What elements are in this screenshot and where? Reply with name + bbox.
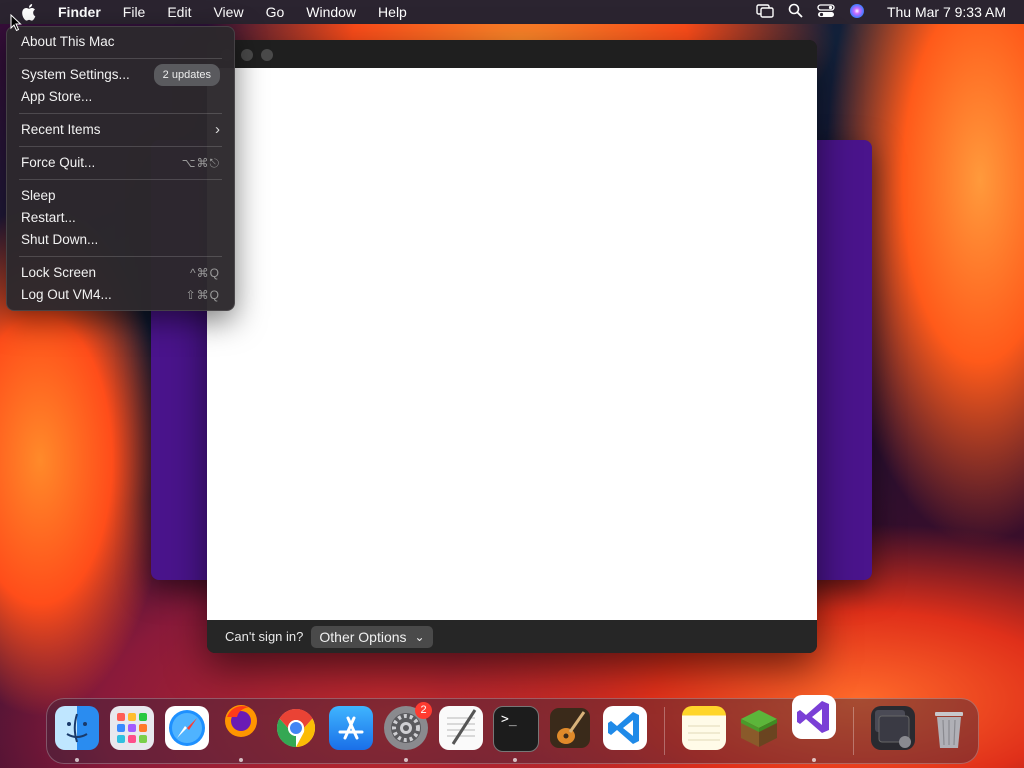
menu-item-label: Log Out VM4... — [21, 287, 112, 302]
launchpad-icon — [117, 713, 147, 743]
window-content-area — [207, 68, 817, 620]
dock-safari[interactable] — [165, 706, 209, 750]
running-indicator — [404, 758, 408, 762]
dock-launchpad[interactable] — [110, 706, 154, 750]
window-titlebar — [207, 40, 817, 68]
chevron-down-icon: ⌄ — [414, 629, 425, 644]
other-options-label: Other Options — [319, 628, 407, 645]
running-indicator — [513, 758, 517, 762]
dock-garageband[interactable] — [548, 706, 592, 750]
menu-go[interactable]: Go — [266, 0, 285, 24]
dock-visual-studio[interactable] — [792, 695, 836, 739]
menu-item-label: Sleep — [21, 188, 56, 203]
menu-edit[interactable]: Edit — [167, 0, 191, 24]
chevron-right-icon: › — [215, 121, 220, 138]
dock-textedit[interactable] — [439, 706, 483, 750]
dock-finder[interactable] — [55, 706, 99, 750]
trash-icon — [935, 712, 963, 748]
running-indicator — [239, 758, 243, 762]
siri-icon[interactable] — [849, 3, 865, 22]
chrome-icon — [276, 708, 316, 748]
search-icon[interactable] — [788, 3, 803, 21]
window-footer: Can't sign in? Other Options ⌄ — [207, 620, 817, 653]
terminal-icon: >_ — [501, 712, 517, 727]
guitar-icon — [550, 708, 590, 748]
control-center-icon[interactable] — [817, 3, 835, 21]
finder-icon — [66, 713, 88, 743]
menu-window[interactable]: Window — [306, 0, 356, 24]
dock-notes[interactable] — [682, 706, 726, 750]
dock-chrome[interactable] — [274, 706, 318, 750]
keyboard-shortcut: ^⌘Q — [190, 266, 220, 280]
updates-badge: 2 updates — [153, 64, 220, 86]
menu-bar-clock[interactable]: Thu Mar 7 9:33 AM — [887, 4, 1006, 20]
keyboard-shortcut: ⇧⌘Q — [185, 288, 220, 302]
menu-separator — [19, 113, 222, 114]
minimize-button[interactable] — [241, 49, 253, 61]
menu-item-force-quit[interactable]: Force Quit... ⌥⌘⎋ — [21, 153, 220, 173]
menu-app-name[interactable]: Finder — [58, 0, 101, 24]
menu-item-shut-down[interactable]: Shut Down... — [21, 230, 220, 250]
firefox-icon — [225, 705, 257, 737]
downloads-stack-icon — [875, 710, 911, 748]
menu-item-label: App Store... — [21, 89, 93, 104]
dock-downloads-stack[interactable] — [871, 706, 915, 750]
keyboard-shortcut: ⌥⌘⎋ — [181, 156, 220, 170]
notification-badge: 2 — [415, 702, 432, 719]
menu-item-log-out[interactable]: Log Out VM4... ⇧⌘Q — [21, 285, 220, 305]
other-options-button[interactable]: Other Options ⌄ — [311, 625, 433, 648]
menu-file[interactable]: File — [123, 0, 146, 24]
dock: 2 >_ — [46, 695, 979, 764]
textedit-icon — [447, 709, 477, 745]
dock-divider — [664, 707, 665, 755]
dock-vscode[interactable] — [603, 706, 647, 750]
screen-mirroring-icon[interactable] — [756, 3, 774, 21]
menu-item-label: Restart... — [21, 210, 76, 225]
mouse-cursor-icon — [10, 14, 22, 32]
notes-icon — [688, 725, 720, 741]
menu-item-label: Shut Down... — [21, 232, 99, 247]
cant-sign-in-label: Can't sign in? — [225, 629, 304, 644]
dock-system-settings[interactable]: 2 — [384, 702, 432, 750]
menu-item-recent-items[interactable]: Recent Items › — [21, 120, 220, 140]
menu-help[interactable]: Help — [378, 0, 407, 24]
grass-block-icon — [741, 710, 777, 747]
login-window: Can't sign in? Other Options ⌄ — [207, 40, 817, 653]
dock-firefox[interactable] — [219, 699, 263, 743]
apple-menu-dropdown: About This Mac System Settings... 2 upda… — [6, 26, 235, 311]
status-area: Thu Mar 7 9:33 AM — [756, 0, 1006, 24]
menu-item-label: Lock Screen — [21, 265, 97, 280]
menu-separator — [19, 179, 222, 180]
vscode-icon — [608, 712, 639, 744]
menu-separator — [19, 256, 222, 257]
menu-item-label: System Settings... — [21, 67, 130, 82]
menu-item-label: Force Quit... — [21, 155, 96, 170]
dock-minecraft[interactable] — [737, 706, 781, 750]
zoom-button[interactable] — [261, 49, 273, 61]
dock-trash[interactable] — [927, 706, 971, 750]
running-indicator — [812, 758, 816, 762]
dock-terminal[interactable]: >_ — [493, 706, 539, 752]
menu-item-label: About This Mac — [21, 34, 115, 49]
menu-view[interactable]: View — [213, 0, 243, 24]
menu-item-restart[interactable]: Restart... — [21, 208, 220, 228]
menu-bar: Finder File Edit View Go Window Help Thu… — [0, 0, 1024, 24]
visual-studio-icon — [797, 701, 829, 733]
running-indicator — [75, 758, 79, 762]
dock-app-store[interactable] — [329, 706, 373, 750]
menu-item-label: Recent Items — [21, 122, 101, 137]
app-store-icon — [338, 716, 364, 740]
menu-item-app-store[interactable]: App Store... — [21, 87, 220, 107]
menu-item-about-this-mac[interactable]: About This Mac — [21, 32, 220, 52]
dock-divider — [853, 707, 854, 755]
menu-item-system-settings[interactable]: System Settings... 2 updates — [21, 64, 220, 86]
menu-item-sleep[interactable]: Sleep — [21, 186, 220, 206]
menu-separator — [19, 58, 222, 59]
menu-item-lock-screen[interactable]: Lock Screen ^⌘Q — [21, 263, 220, 283]
safari-compass-icon — [169, 710, 205, 746]
menu-separator — [19, 146, 222, 147]
